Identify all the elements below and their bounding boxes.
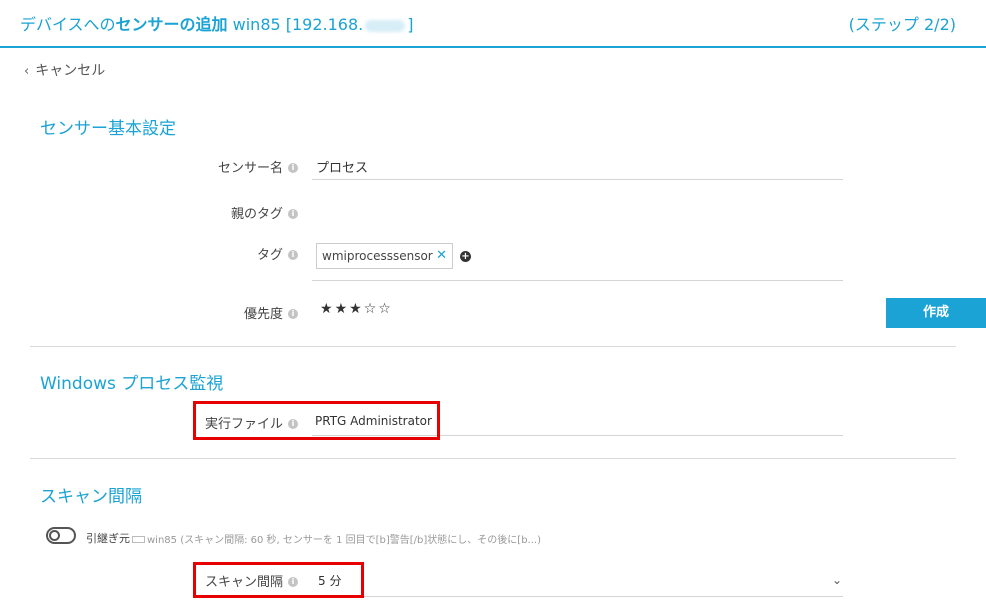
chevron-down-icon[interactable]: ⌄ xyxy=(832,573,842,587)
parent-tags-label-text: 親のタグ xyxy=(230,207,283,222)
title-suffix: ] xyxy=(407,15,414,34)
priority-label: 優先度 i xyxy=(98,303,298,322)
tags-label-text: タグ xyxy=(256,248,283,263)
inherit-description-text: win85 (スキャン間隔: 60 秒, センサーを 1 回目で[b]警告[/b… xyxy=(147,535,541,546)
priority-label-text: 優先度 xyxy=(243,307,283,322)
star-filled-icon[interactable]: ★ xyxy=(320,301,335,317)
title-bold: センサーの追加 xyxy=(115,15,228,34)
title-prefix: デバイスへの xyxy=(20,15,116,34)
title-device: win85 [192.168. xyxy=(232,15,364,34)
inherit-label: 引継ぎ元 xyxy=(86,532,130,545)
remove-tag-icon[interactable]: ✕ xyxy=(436,244,447,268)
toggle-knob xyxy=(49,530,60,541)
star-empty-icon[interactable]: ☆ xyxy=(364,301,379,317)
info-icon[interactable]: i xyxy=(288,209,298,219)
sensor-name-label: センサー名 i xyxy=(98,157,298,176)
cancel-link[interactable]: ‹ キャンセル xyxy=(24,60,105,80)
cancel-label: キャンセル xyxy=(35,63,106,79)
tag-chip-label: wmiprocesssensor xyxy=(322,249,433,263)
sensor-name-input[interactable]: プロセス xyxy=(316,157,368,176)
sensor-name-label-text: センサー名 xyxy=(217,161,283,176)
section-title-scan: スキャン間隔 xyxy=(40,487,142,507)
redacted-ip xyxy=(365,19,406,32)
star-filled-icon[interactable]: ★ xyxy=(349,301,364,317)
inherit-description: win85 (スキャン間隔: 60 秒, センサーを 1 回目で[b]警告[/b… xyxy=(132,531,541,546)
chevron-left-icon: ‹ xyxy=(24,64,30,79)
section-title-process: Windows プロセス監視 xyxy=(40,374,224,394)
create-button[interactable]: 作成 xyxy=(886,298,986,328)
highlight-box-scan-interval xyxy=(193,562,364,598)
add-tag-icon[interactable]: + xyxy=(460,251,471,262)
section-divider xyxy=(30,458,956,459)
star-empty-icon[interactable]: ☆ xyxy=(378,301,393,317)
priority-stars[interactable]: ★★★☆☆ xyxy=(320,301,393,317)
parent-tags-label: 親のタグ i xyxy=(98,203,298,222)
section-title-basic: センサー基本設定 xyxy=(40,119,176,139)
device-icon xyxy=(132,536,145,543)
info-icon[interactable]: i xyxy=(288,250,298,260)
info-icon[interactable]: i xyxy=(288,309,298,319)
star-filled-icon[interactable]: ★ xyxy=(335,301,350,317)
highlight-box-executable xyxy=(193,401,440,440)
tags-label: タグ i xyxy=(98,244,298,263)
sensor-name-underline xyxy=(312,179,843,180)
dialog-title: デバイスへのセンサーの追加 win85 [192.168.] xyxy=(20,11,414,35)
info-icon[interactable]: i xyxy=(288,163,298,173)
section-divider xyxy=(30,346,956,347)
inherit-toggle[interactable] xyxy=(46,527,76,544)
tag-chip: wmiprocesssensor ✕ xyxy=(316,243,453,269)
tags-underline xyxy=(312,280,843,281)
scan-interval-underline xyxy=(312,596,843,597)
step-indicator: (ステップ 2/2) xyxy=(848,15,956,34)
dialog-header: デバイスへのセンサーの追加 win85 [192.168.] (ステップ 2/2… xyxy=(0,0,986,48)
